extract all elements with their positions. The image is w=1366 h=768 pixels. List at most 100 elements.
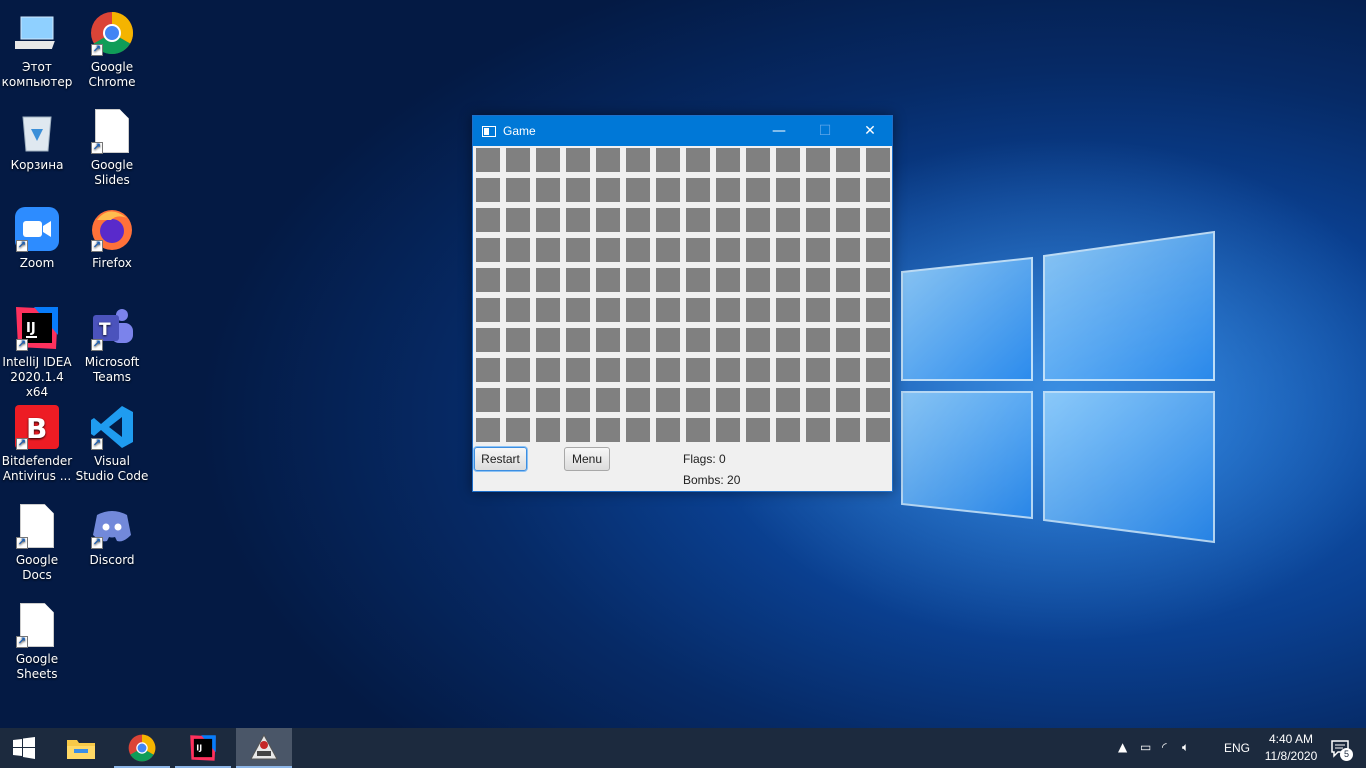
board-cell[interactable]: [476, 388, 500, 412]
board-cell[interactable]: [536, 238, 560, 262]
board-cell[interactable]: [626, 328, 650, 352]
board-cell[interactable]: [776, 208, 800, 232]
board-cell[interactable]: [746, 208, 770, 232]
board-cell[interactable]: [506, 268, 530, 292]
board-cell[interactable]: [626, 358, 650, 382]
board-cell[interactable]: [686, 358, 710, 382]
board-cell[interactable]: [716, 238, 740, 262]
board-cell[interactable]: [806, 238, 830, 262]
taskbar-file-explorer[interactable]: [53, 728, 109, 768]
board-cell[interactable]: [536, 298, 560, 322]
board-cell[interactable]: [596, 148, 620, 172]
board-cell[interactable]: [566, 358, 590, 382]
board-cell[interactable]: [506, 178, 530, 202]
volume-icon[interactable]: 🔈︎: [1182, 740, 1189, 755]
board-cell[interactable]: [776, 268, 800, 292]
board-cell[interactable]: [806, 358, 830, 382]
desktop-icon-firefox[interactable]: ↗ Firefox: [75, 206, 149, 271]
board-cell[interactable]: [866, 238, 890, 262]
taskbar-chrome[interactable]: [114, 728, 170, 768]
board-cell[interactable]: [566, 178, 590, 202]
desktop-icon-vscode[interactable]: ↗ Visual Studio Code: [75, 404, 149, 484]
board-cell[interactable]: [536, 388, 560, 412]
window-titlebar[interactable]: Game — ☐ ✕: [473, 116, 892, 146]
board-cell[interactable]: [476, 268, 500, 292]
board-cell[interactable]: [866, 328, 890, 352]
board-cell[interactable]: [806, 268, 830, 292]
board-cell[interactable]: [596, 328, 620, 352]
board-cell[interactable]: [836, 208, 860, 232]
board-cell[interactable]: [776, 238, 800, 262]
board-cell[interactable]: [566, 148, 590, 172]
board-cell[interactable]: [476, 208, 500, 232]
board-cell[interactable]: [836, 268, 860, 292]
board-cell[interactable]: [746, 268, 770, 292]
board-cell[interactable]: [536, 208, 560, 232]
board-cell[interactable]: [476, 178, 500, 202]
board-cell[interactable]: [686, 208, 710, 232]
board-cell[interactable]: [566, 328, 590, 352]
board-cell[interactable]: [656, 358, 680, 382]
board-cell[interactable]: [866, 148, 890, 172]
board-cell[interactable]: [566, 388, 590, 412]
board-cell[interactable]: [836, 148, 860, 172]
board-cell[interactable]: [746, 298, 770, 322]
board-cell[interactable]: [686, 418, 710, 442]
board-cell[interactable]: [626, 238, 650, 262]
board-cell[interactable]: [536, 268, 560, 292]
board-cell[interactable]: [656, 238, 680, 262]
board-cell[interactable]: [836, 358, 860, 382]
desktop-icon-google-chrome[interactable]: ↗ Google Chrome: [75, 10, 149, 90]
desktop-icon-microsoft-teams[interactable]: T ↗ Microsoft Teams: [75, 305, 149, 385]
board-cell[interactable]: [626, 208, 650, 232]
board-cell[interactable]: [536, 178, 560, 202]
board-cell[interactable]: [686, 238, 710, 262]
board-cell[interactable]: [746, 238, 770, 262]
board-cell[interactable]: [746, 358, 770, 382]
board-cell[interactable]: [836, 298, 860, 322]
board-cell[interactable]: [746, 148, 770, 172]
board-cell[interactable]: [716, 208, 740, 232]
board-cell[interactable]: [656, 388, 680, 412]
board-cell[interactable]: [656, 418, 680, 442]
board-cell[interactable]: [806, 148, 830, 172]
board-cell[interactable]: [566, 268, 590, 292]
board-cell[interactable]: [686, 388, 710, 412]
board-cell[interactable]: [806, 178, 830, 202]
board-cell[interactable]: [506, 388, 530, 412]
board-cell[interactable]: [716, 388, 740, 412]
board-cell[interactable]: [806, 328, 830, 352]
board-cell[interactable]: [596, 358, 620, 382]
board-cell[interactable]: [626, 418, 650, 442]
board-cell[interactable]: [506, 298, 530, 322]
menu-button[interactable]: Menu: [564, 447, 610, 471]
board-cell[interactable]: [506, 358, 530, 382]
board-cell[interactable]: [686, 328, 710, 352]
close-button[interactable]: ✕: [847, 116, 893, 146]
board-cell[interactable]: [716, 268, 740, 292]
board-cell[interactable]: [656, 268, 680, 292]
board-cell[interactable]: [506, 418, 530, 442]
board-cell[interactable]: [776, 328, 800, 352]
desktop-icon-google-slides[interactable]: ↗ Google Slides: [75, 108, 149, 188]
board-cell[interactable]: [776, 388, 800, 412]
board-cell[interactable]: [626, 388, 650, 412]
board-cell[interactable]: [866, 268, 890, 292]
board-cell[interactable]: [536, 358, 560, 382]
board-cell[interactable]: [566, 418, 590, 442]
board-cell[interactable]: [566, 298, 590, 322]
desktop-icon-zoom[interactable]: ↗ Zoom: [0, 206, 74, 271]
board-cell[interactable]: [806, 418, 830, 442]
board-cell[interactable]: [836, 328, 860, 352]
minimize-button[interactable]: —: [756, 116, 802, 146]
board-cell[interactable]: [686, 298, 710, 322]
board-cell[interactable]: [686, 178, 710, 202]
desktop-icon-recycle-bin[interactable]: Корзина: [0, 108, 74, 173]
board-cell[interactable]: [656, 298, 680, 322]
board-cell[interactable]: [536, 328, 560, 352]
board-cell[interactable]: [716, 418, 740, 442]
board-cell[interactable]: [566, 208, 590, 232]
board-cell[interactable]: [626, 268, 650, 292]
board-cell[interactable]: [716, 298, 740, 322]
board-cell[interactable]: [656, 178, 680, 202]
